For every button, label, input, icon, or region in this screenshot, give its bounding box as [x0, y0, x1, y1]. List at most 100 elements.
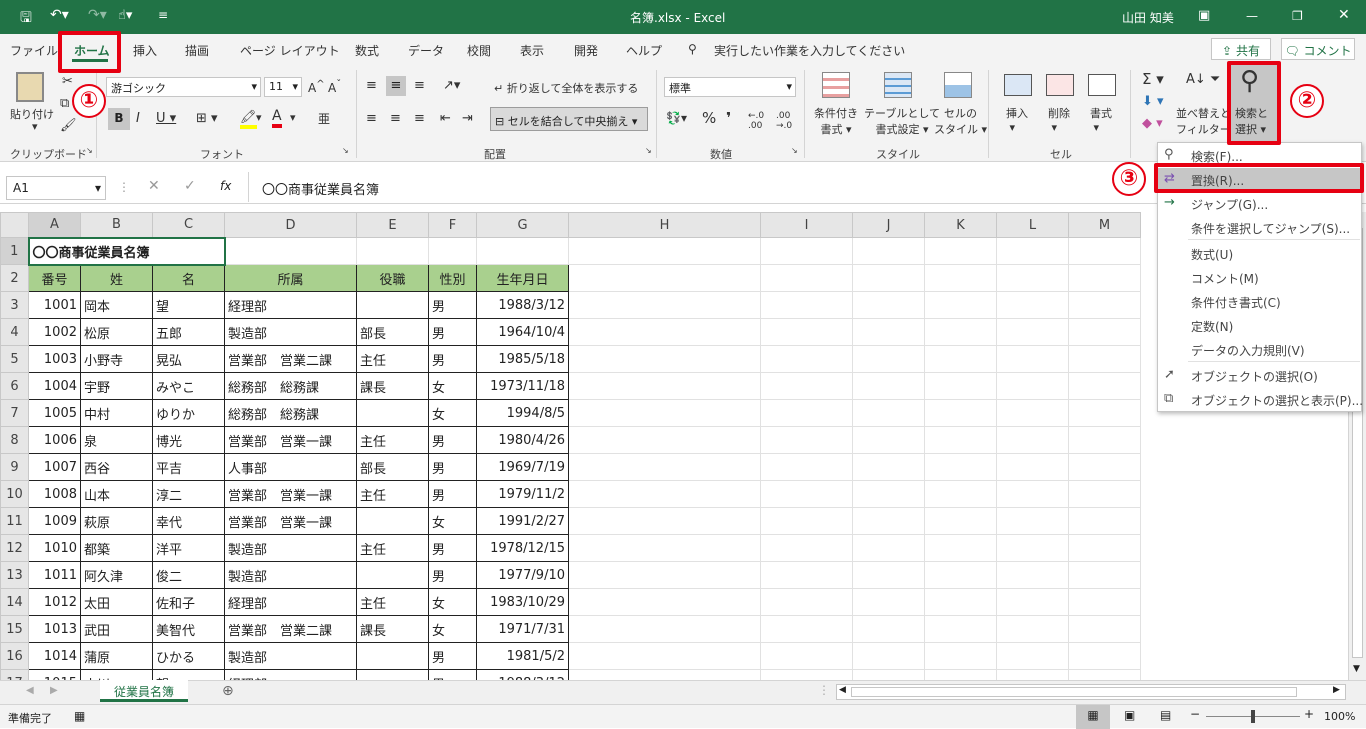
cell[interactable]	[852, 237, 925, 265]
table-cell[interactable]: 1011	[28, 561, 81, 589]
table-cell[interactable]: ひかる	[152, 642, 225, 670]
tab-data[interactable]: データ	[408, 42, 444, 59]
minimize-icon[interactable]: —	[1246, 9, 1258, 23]
table-cell[interactable]: 小野寺	[80, 345, 153, 373]
cell[interactable]	[924, 318, 997, 346]
cell[interactable]	[568, 318, 761, 346]
table-cell[interactable]: 阿久津	[80, 561, 153, 589]
increase-indent-icon[interactable]: ⇥	[462, 111, 473, 126]
table-cell[interactable]: 部長	[356, 453, 429, 481]
decrease-decimal-icon[interactable]: .00 →.0	[776, 111, 792, 131]
cell[interactable]	[996, 426, 1069, 454]
macro-record-icon[interactable]: ▦	[74, 709, 85, 723]
cell[interactable]	[924, 399, 997, 427]
cell[interactable]	[852, 291, 925, 319]
cell[interactable]	[568, 642, 761, 670]
menu-item[interactable]: ⧉ オブジェクトの選択と表示(P)...	[1158, 388, 1363, 412]
cell[interactable]	[568, 588, 761, 616]
percent-icon[interactable]: %	[702, 109, 716, 127]
worksheet-grid[interactable]: A B C D E F G H I J K L M 1 〇〇商事従業員名簿 2 番号姓名所属 役職 性別 生年月日 3 1…	[0, 212, 1348, 680]
close-icon[interactable]: ✕	[1338, 7, 1350, 23]
cell[interactable]	[568, 426, 761, 454]
cell[interactable]	[924, 237, 997, 265]
align-middle-icon[interactable]: ≡	[386, 76, 406, 96]
cell[interactable]	[852, 318, 925, 346]
cell[interactable]	[996, 372, 1069, 400]
table-cell[interactable]: 製造部	[224, 642, 357, 670]
table-cell[interactable]: 1988/3/12	[476, 291, 569, 319]
table-cell[interactable]: 総務部 総務課	[224, 372, 357, 400]
row-header[interactable]: 1	[0, 237, 29, 265]
table-cell[interactable]: 1969/7/19	[476, 453, 569, 481]
tab-help[interactable]: ヘルプ	[626, 42, 662, 59]
font-size-dropdown[interactable]: 11 ▾	[264, 77, 302, 97]
cell[interactable]	[760, 399, 853, 427]
cell[interactable]	[1068, 480, 1141, 508]
column-header[interactable]: G	[476, 212, 569, 238]
cell[interactable]	[1068, 453, 1141, 481]
comments-button[interactable]: 🗨 コメント	[1281, 38, 1355, 60]
cell[interactable]	[996, 399, 1069, 427]
cell[interactable]	[924, 588, 997, 616]
page-layout-view-icon[interactable]: ▣	[1124, 708, 1135, 722]
font-color-dropdown-icon[interactable]: ▾	[290, 111, 296, 124]
table-header-cell[interactable]: 性別	[428, 264, 477, 292]
cell[interactable]	[1068, 642, 1141, 670]
table-cell[interactable]: 男	[428, 561, 477, 589]
table-cell[interactable]: 佐和子	[152, 588, 225, 616]
table-cell[interactable]: 1003	[28, 345, 81, 373]
table-cell[interactable]: 営業部 営業一課	[224, 480, 357, 508]
enter-icon[interactable]: ✓	[184, 178, 196, 194]
cell-grid[interactable]: A B C D E F G H I J K L M 1 〇〇商事従業員名簿 2 番号姓名所属 役職 性別 生年月日 3 1…	[0, 212, 1141, 680]
table-header-cell[interactable]: 姓	[80, 264, 153, 292]
cut-icon[interactable]: ✂	[62, 74, 73, 89]
table-cell[interactable]: 1973/11/18	[476, 372, 569, 400]
menu-item[interactable]: 条件付き書式(C)	[1158, 290, 1361, 314]
delete-cells-button[interactable]: 削除 ▾	[1048, 105, 1070, 134]
save-icon[interactable]: 🖫	[20, 7, 32, 31]
table-cell[interactable]: 男	[428, 480, 477, 508]
table-cell[interactable]: 泉	[80, 426, 153, 454]
menu-item[interactable]: ➚ オブジェクトの選択(O)	[1158, 364, 1361, 388]
row-header[interactable]: 6	[0, 372, 29, 400]
number-format-dropdown[interactable]: 標準 ▾	[664, 77, 796, 97]
menu-item[interactable]: コメント(M)	[1158, 266, 1361, 290]
cell[interactable]	[568, 345, 761, 373]
table-cell[interactable]: 1013	[28, 615, 81, 643]
cell[interactable]	[996, 453, 1069, 481]
comma-icon[interactable]: ❜	[726, 109, 731, 127]
cell[interactable]	[1068, 264, 1141, 292]
table-cell[interactable]: 主任	[356, 534, 429, 562]
next-sheet-icon[interactable]: ▶	[50, 685, 58, 696]
paste-icon[interactable]	[16, 72, 44, 102]
table-header-cell[interactable]: 所属	[224, 264, 357, 292]
cell[interactable]	[852, 426, 925, 454]
cell[interactable]	[760, 669, 853, 680]
cell[interactable]	[568, 453, 761, 481]
fill-icon[interactable]: ⬇ ▾	[1142, 94, 1164, 109]
cell[interactable]	[852, 453, 925, 481]
column-header[interactable]: F	[428, 212, 477, 238]
cell[interactable]	[1068, 399, 1141, 427]
fill-color-icon[interactable]: 🖍	[240, 110, 257, 129]
format-as-table-button[interactable]: テーブルとして 書式設定 ▾	[864, 105, 940, 137]
table-cell[interactable]: 女	[428, 399, 477, 427]
tab-review[interactable]: 校閲	[467, 42, 491, 59]
ribbon-display-icon[interactable]: ▣	[1198, 8, 1210, 23]
cell[interactable]	[1068, 426, 1141, 454]
table-cell[interactable]: 主任	[356, 426, 429, 454]
cell[interactable]	[852, 615, 925, 643]
insert-cells-icon[interactable]	[1004, 74, 1032, 96]
cell[interactable]	[1068, 561, 1141, 589]
table-cell[interactable]: 女	[428, 615, 477, 643]
table-cell[interactable]: 営業部 営業一課	[224, 507, 357, 535]
table-cell[interactable]: 営業部 営業二課	[224, 615, 357, 643]
row-header[interactable]: 4	[0, 318, 29, 346]
table-cell[interactable]: 平吉	[152, 453, 225, 481]
cell[interactable]	[760, 507, 853, 535]
table-cell[interactable]: 男	[428, 318, 477, 346]
cell[interactable]	[760, 642, 853, 670]
cell[interactable]	[568, 480, 761, 508]
table-cell[interactable]: 西谷	[80, 453, 153, 481]
table-cell[interactable]: 都築	[80, 534, 153, 562]
